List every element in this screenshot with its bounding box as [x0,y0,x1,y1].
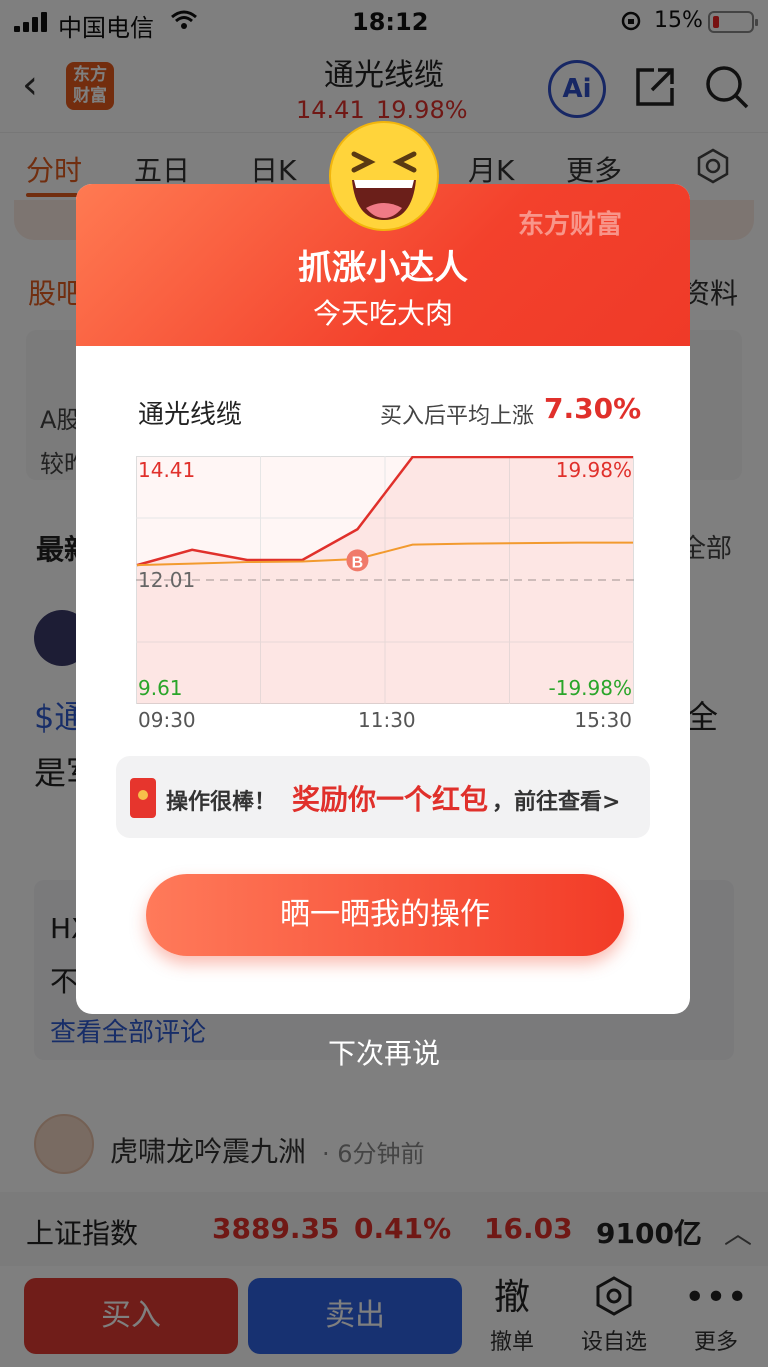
reward-modal: 东方财富 抓涨小达人 今天吃大肉 通光线缆 买入后平均上涨 7.30% B 14… [76,184,690,1014]
modal-title: 抓涨小达人 [298,248,468,288]
intraday-chart: B 14.41 12.01 9.61 19.98% -19.98% [136,456,634,704]
dismiss-later-button[interactable]: 下次再说 [0,1032,768,1072]
red-envelope-icon [130,778,156,818]
avg-rise-value: 7.30% [544,392,642,425]
x-tick-label: 11:30 [358,708,416,732]
avg-rise-label: 买入后平均上涨 [380,404,535,429]
pct-bot-label: -19.98% [548,676,632,700]
laughing-face-icon [328,120,440,232]
y-top-label: 14.41 [138,458,196,482]
x-tick-label: 09:30 [138,708,196,732]
buy-marker-label: B [352,554,364,571]
reward-suffix: ，前往查看> [492,790,621,815]
modal-stock-name: 通光线缆 [138,400,243,430]
pct-top-label: 19.98% [555,458,632,482]
x-axis: 09:30 11:30 15:30 [136,708,634,736]
brand-watermark: 东方财富 [518,210,623,240]
y-bot-label: 9.61 [138,676,183,700]
y-mid-label: 12.01 [138,568,196,592]
reward-highlight: 奖励你一个红包 [292,783,489,816]
x-tick-label: 15:30 [574,708,632,732]
modal-subtitle: 今天吃大肉 [312,297,453,330]
red-packet-banner[interactable]: 操作很棒！ 奖励你一个红包 ，前往查看> [116,756,650,838]
chart-svg: B [136,456,634,704]
reward-prefix: 操作很棒！ [166,790,277,815]
share-operation-button[interactable]: 晒一晒我的操作 [146,874,624,956]
